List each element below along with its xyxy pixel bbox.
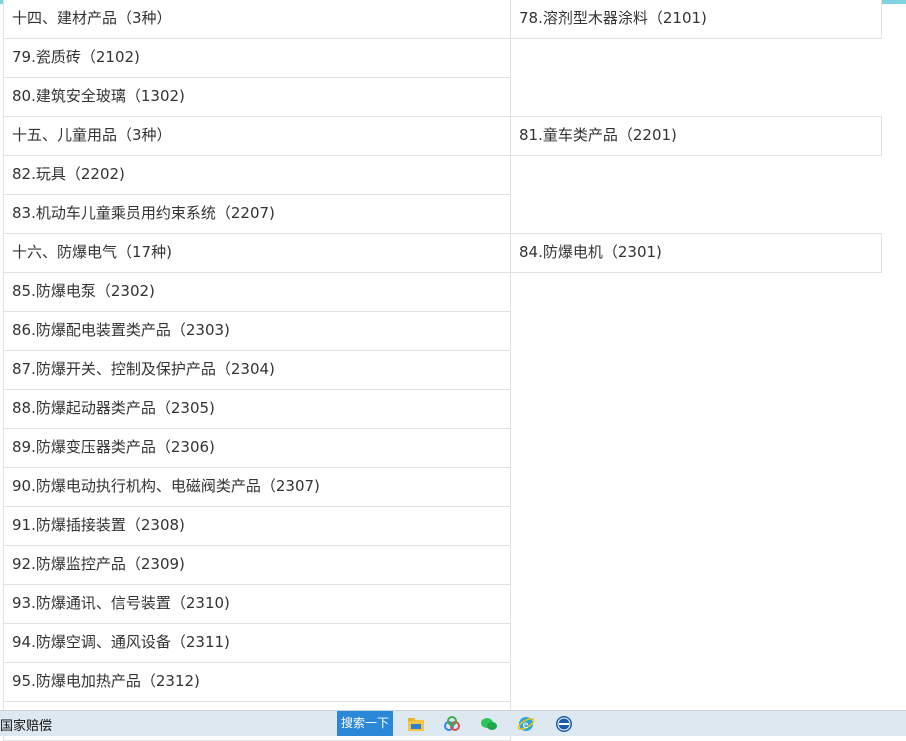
category-row-building-materials: 十四、建材产品（3种） bbox=[3, 0, 511, 39]
product-row-86: 86.防爆配电装置类产品（2303) bbox=[3, 311, 511, 351]
search-button[interactable]: 搜索一下 bbox=[337, 711, 393, 736]
baidu-netdisk-icon[interactable] bbox=[443, 715, 461, 733]
product-row-94: 94.防爆空调、通风设备（2311) bbox=[3, 623, 511, 663]
product-row-87: 87.防爆开关、控制及保护产品（2304) bbox=[3, 350, 511, 390]
product-row-82: 82.玩具（2202) bbox=[3, 155, 511, 195]
category-row-children-products: 十五、儿童用品（3种） bbox=[3, 116, 511, 156]
product-row-95: 95.防爆电加热产品（2312) bbox=[3, 662, 511, 702]
taskbar-window-title[interactable]: 国家赔偿 bbox=[0, 715, 52, 734]
product-row-79: 79.瓷质砖（2102) bbox=[3, 38, 511, 78]
product-row-84: 84.防爆电机（2301) bbox=[510, 233, 882, 273]
product-row-88: 88.防爆起动器类产品（2305) bbox=[3, 389, 511, 429]
product-row-93: 93.防爆通讯、信号装置（2310) bbox=[3, 584, 511, 624]
internet-explorer-icon[interactable]: e bbox=[517, 715, 535, 733]
product-row-83: 83.机动车儿童乘员用约束系统（2207) bbox=[3, 194, 511, 234]
category-row-explosion-proof: 十六、防爆电气（17种) bbox=[3, 233, 511, 273]
product-row-92: 92.防爆监控产品（2309) bbox=[3, 545, 511, 585]
product-row-81: 81.童车类产品（2201) bbox=[510, 116, 882, 156]
product-row-90: 90.防爆电动执行机构、电磁阀类产品（2307) bbox=[3, 467, 511, 507]
svg-text:e: e bbox=[523, 720, 529, 731]
product-row-80: 80.建筑安全玻璃（1302) bbox=[3, 77, 511, 117]
product-row-91: 91.防爆插接装置（2308) bbox=[3, 506, 511, 546]
cca-browser-icon[interactable] bbox=[555, 715, 573, 733]
product-row-89: 89.防爆变压器类产品（2306) bbox=[3, 428, 511, 468]
wechat-icon[interactable] bbox=[480, 715, 498, 733]
file-explorer-icon[interactable] bbox=[407, 715, 425, 733]
product-row-85: 85.防爆电泵（2302) bbox=[3, 272, 511, 312]
taskbar: 国家赔偿 搜索一下 e bbox=[0, 710, 906, 736]
product-row-78: 78.溶剂型木器涂料（2101) bbox=[510, 0, 882, 39]
